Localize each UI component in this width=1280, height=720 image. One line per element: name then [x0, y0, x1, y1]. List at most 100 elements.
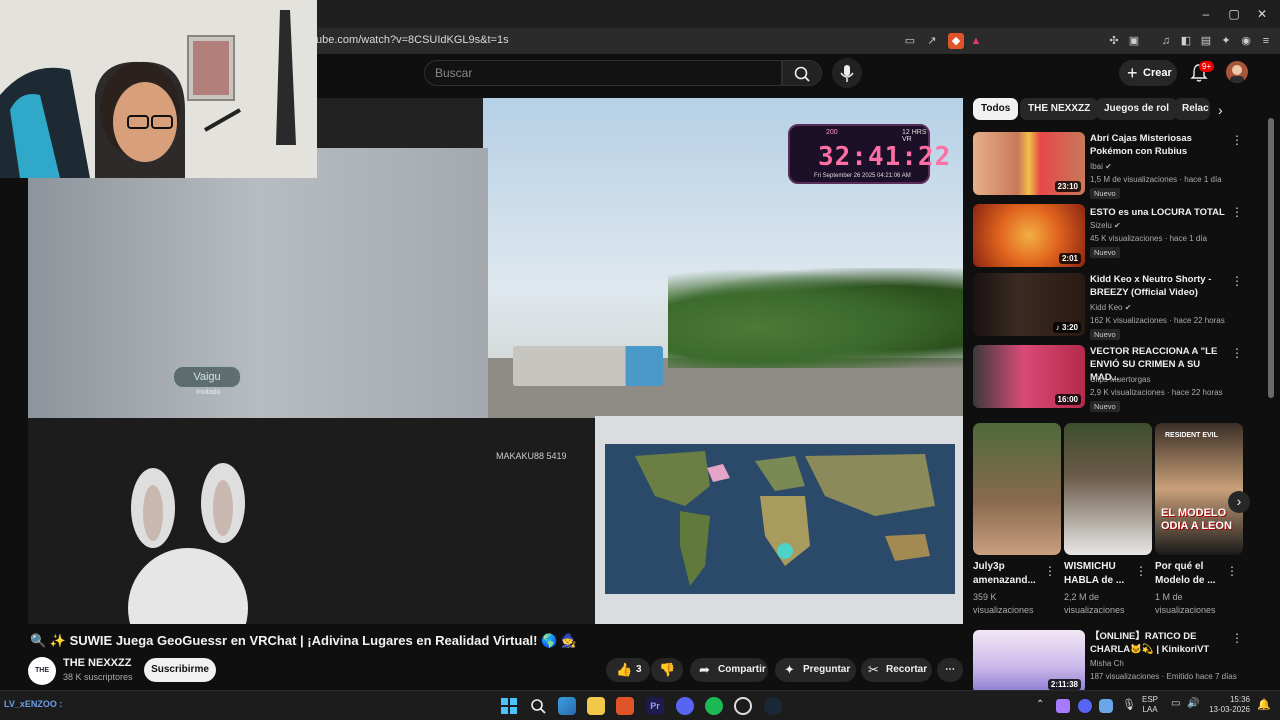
- media-icon[interactable]: ♫: [1158, 33, 1174, 49]
- brave-shield-icon[interactable]: ◆: [948, 33, 964, 49]
- recommended-video[interactable]: 16:00 VECTOR REACCIONA A "LE ENVIÓ SU CR…: [973, 345, 1273, 412]
- channel-avatar[interactable]: THE NEX: [28, 657, 56, 702]
- minimize-button[interactable]: –: [1196, 6, 1216, 22]
- widgets-icon[interactable]: [558, 697, 576, 715]
- share-page-icon[interactable]: ↗: [924, 33, 940, 49]
- network-icon[interactable]: ▭: [1171, 698, 1180, 709]
- chevron-right-icon[interactable]: ›: [1218, 102, 1223, 118]
- clip-button[interactable]: ✂ Recortar: [861, 658, 932, 682]
- brave-browser-icon[interactable]: [616, 697, 634, 715]
- more-options-icon[interactable]: ⋮: [1231, 346, 1243, 360]
- tray-steam-icon[interactable]: [1099, 699, 1113, 713]
- account-avatar[interactable]: [1226, 61, 1248, 83]
- chip-juegos-de-rol[interactable]: Juegos de rol: [1096, 98, 1178, 120]
- vpn-icon[interactable]: ◉: [1238, 33, 1254, 49]
- channel-name[interactable]: Kidd Keo: [1090, 303, 1122, 312]
- share-button[interactable]: ➦ Compartir: [690, 658, 768, 682]
- chip-todos[interactable]: Todos: [973, 98, 1019, 120]
- leo-ai-icon[interactable]: ✦: [1218, 33, 1234, 49]
- more-actions-button[interactable]: ⋯: [937, 658, 963, 682]
- video-thumbnail[interactable]: 2:01: [973, 204, 1085, 267]
- like-button[interactable]: 👍 3: [606, 658, 650, 682]
- video-title[interactable]: ESTO es una LOCURA TOTAL: [1090, 206, 1230, 219]
- tray-mic-icon[interactable]: 🎙: [1122, 698, 1136, 711]
- more-options-icon[interactable]: ⋮: [1231, 205, 1243, 219]
- language-indicator[interactable]: ESP LAA: [1142, 695, 1158, 715]
- recommended-video[interactable]: ♪ 3:20 Kidd Keo x Neutro Shorty - BREEZY…: [973, 273, 1273, 340]
- rabbid-avatar-image: [128, 463, 248, 624]
- sidebar-icon[interactable]: ◧: [1178, 33, 1194, 49]
- share-icon: ➦: [699, 662, 710, 677]
- premiere-pro-icon[interactable]: Pr: [646, 697, 664, 715]
- video-title[interactable]: 【ONLINE】RATICO DE CHARLA🐱💫 | KinikoriVT: [1090, 630, 1230, 656]
- video-duration: 23:10: [1054, 181, 1081, 192]
- brave-rewards-icon[interactable]: ▲: [968, 33, 984, 49]
- channel-name[interactable]: Misha Ch: [1090, 659, 1124, 668]
- video-warehouse-wall: [28, 148, 488, 418]
- video-thumbnail[interactable]: ♪ 3:20: [973, 273, 1085, 336]
- screenshot-icon[interactable]: ▣: [1126, 33, 1142, 49]
- channel-name[interactable]: Sizelu: [1090, 221, 1112, 230]
- more-options-icon[interactable]: ⋮: [1226, 564, 1238, 578]
- wallet-icon[interactable]: ▤: [1198, 33, 1214, 49]
- short-thumbnail[interactable]: [1064, 423, 1152, 555]
- search-box[interactable]: Buscar: [424, 60, 782, 86]
- spotify-icon[interactable]: [705, 697, 723, 715]
- chip-relacionados[interactable]: Relac: [1174, 98, 1210, 120]
- more-options-icon[interactable]: ⋮: [1231, 274, 1243, 288]
- tray-chevron-icon[interactable]: ⌃: [1036, 699, 1044, 710]
- short-views: 2,2 M de visualizaciones: [1064, 592, 1125, 615]
- windows-start-icon[interactable]: [500, 697, 518, 715]
- video-thumbnail[interactable]: 2:11:38: [973, 630, 1085, 693]
- video-stats: 2,9 K visualizaciones · hace 22 horas: [1090, 388, 1223, 397]
- video-thumbnail[interactable]: 16:00: [973, 345, 1085, 408]
- maximize-button[interactable]: ▢: [1224, 6, 1244, 22]
- new-badge: Nuevo: [1090, 188, 1120, 199]
- obs-icon[interactable]: [734, 697, 752, 715]
- video-title[interactable]: Abrí Cajas Misteriosas Pokémon con Rubiu…: [1090, 132, 1230, 158]
- file-explorer-icon[interactable]: [587, 697, 605, 715]
- recommended-video[interactable]: 2:01 ESTO es una LOCURA TOTAL Sizelu ✔ 4…: [973, 204, 1273, 270]
- more-options-icon[interactable]: ⋮: [1231, 631, 1243, 645]
- short-title[interactable]: Por qué el Modelo de ...: [1155, 560, 1231, 588]
- discord-icon[interactable]: [676, 697, 694, 715]
- steam-icon[interactable]: [764, 697, 782, 715]
- shorts-next-button[interactable]: ›: [1228, 491, 1250, 513]
- scrollbar-thumb[interactable]: [1268, 118, 1274, 398]
- search-button[interactable]: [782, 60, 822, 86]
- short-title[interactable]: WISMICHU HABLA de ...: [1064, 560, 1140, 588]
- video-thumbnail[interactable]: 23:10: [973, 132, 1085, 195]
- short-thumbnail[interactable]: [973, 423, 1061, 555]
- video-title[interactable]: Kidd Keo x Neutro Shorty - BREEZY (Offic…: [1090, 273, 1230, 299]
- geoguessr-world-map[interactable]: [595, 416, 963, 624]
- short-thumbnail[interactable]: RESIDENT EVIL EL MODELO ODIA A LEON: [1155, 423, 1243, 555]
- channel-name[interactable]: Ibai: [1090, 162, 1103, 171]
- cast-icon[interactable]: ▭: [902, 33, 918, 49]
- tray-discord-icon[interactable]: [1078, 699, 1092, 713]
- tray-app-icon[interactable]: [1056, 699, 1070, 713]
- search-input[interactable]: Buscar: [435, 66, 472, 80]
- short-title[interactable]: July3p amenazand...: [973, 560, 1049, 588]
- dislike-button[interactable]: 👎: [651, 658, 683, 682]
- recommended-video[interactable]: 23:10 Abrí Cajas Misteriosas Pokémon con…: [973, 132, 1273, 199]
- notification-center-icon[interactable]: 🔔: [1257, 698, 1271, 711]
- create-button[interactable]: + Crear: [1119, 60, 1177, 86]
- taskbar-clock[interactable]: 15:36 13-03-2026: [1208, 695, 1250, 715]
- page-scrollbar[interactable]: [1268, 98, 1274, 688]
- extensions-icon[interactable]: ✣: [1106, 33, 1122, 49]
- search-icon[interactable]: [529, 697, 547, 715]
- channel-name[interactable]: Clips Muertorgas: [1090, 375, 1150, 384]
- more-options-icon[interactable]: ⋮: [1135, 564, 1147, 578]
- ask-button[interactable]: ✦ Preguntar: [775, 658, 856, 682]
- menu-icon[interactable]: ≡: [1258, 33, 1274, 49]
- voice-search-button[interactable]: [832, 58, 862, 88]
- volume-icon[interactable]: 🔊: [1187, 698, 1199, 709]
- recommended-video[interactable]: 2:11:38 【ONLINE】RATICO DE CHARLA🐱💫 | Kin…: [973, 630, 1273, 696]
- close-button[interactable]: ✕: [1252, 6, 1272, 22]
- chip-the-nexxzz[interactable]: THE NEXXZZ: [1020, 98, 1099, 120]
- channel-name[interactable]: THE NEXXZZ: [63, 657, 131, 669]
- subscribe-button[interactable]: Suscribirme: [144, 658, 216, 682]
- url-text[interactable]: ube.com/watch?v=8CSUIdKGL9s&t=1s: [316, 34, 509, 46]
- more-options-icon[interactable]: ⋮: [1044, 564, 1056, 578]
- more-options-icon[interactable]: ⋮: [1231, 133, 1243, 147]
